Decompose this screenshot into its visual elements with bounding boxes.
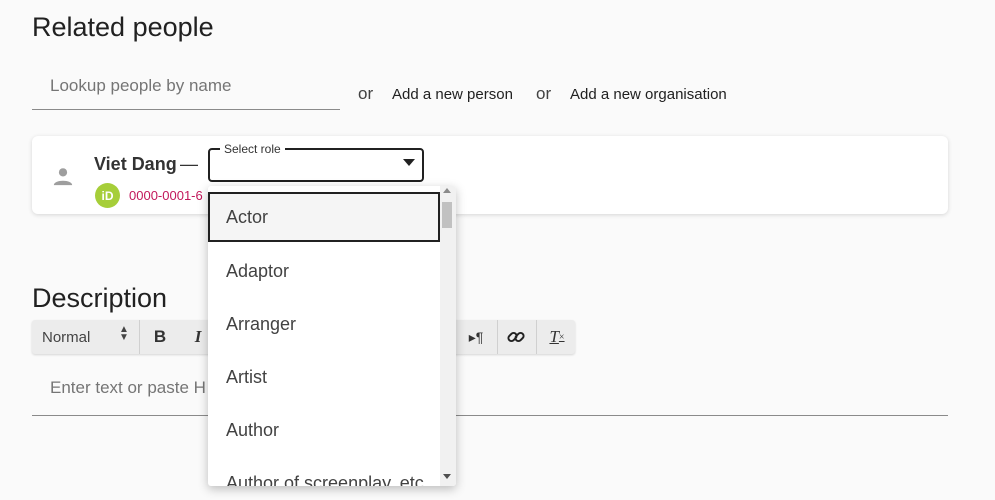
person-name: Viet Dang [94,154,177,174]
scroll-up-icon[interactable] [443,188,451,193]
role-option-artist[interactable]: Artist [208,352,440,402]
toolbar-divider [139,320,140,354]
chevron-down-icon[interactable] [403,159,415,166]
role-select-label: Select role [220,142,285,156]
role-option-author[interactable]: Author [208,405,440,455]
up-down-arrows-icon[interactable]: ▲ ▼ [119,325,129,343]
role-option-arranger[interactable]: Arranger [208,299,440,349]
role-options-dropdown: Actor Adaptor Arranger Artist Author Aut… [208,186,456,486]
bold-icon[interactable]: B [148,326,172,348]
role-option-actor[interactable]: Actor [208,192,440,242]
link-icon[interactable] [506,327,526,347]
editor-placeholder: Enter text or paste H [50,378,206,397]
format-select[interactable]: Normal [42,329,90,346]
description-title: Description [32,283,168,313]
toolbar-divider [497,320,498,354]
scrollbar-thumb[interactable] [442,202,452,228]
or-separator: or [536,84,552,103]
rtl-direction-icon[interactable]: ▸¶ [464,326,488,348]
related-people-title: Related people [32,12,214,42]
add-new-person-button[interactable]: Add a new person [392,86,513,103]
add-new-organisation-button[interactable]: Add a new organisation [570,86,727,103]
orcid-icon: iD [95,183,120,208]
toolbar-divider [536,320,537,354]
italic-icon[interactable]: I [186,326,210,348]
person-icon [53,168,73,186]
role-option-author-of-screenplay[interactable]: Author of screenplay, etc [208,458,440,487]
or-separator: or [358,84,374,103]
dropdown-scrollbar[interactable] [440,186,456,486]
role-option-adaptor[interactable]: Adaptor [208,246,440,296]
orcid-id-link[interactable]: 0000-0001-6 [129,188,207,203]
name-role-dash: — [180,154,198,174]
clear-format-icon[interactable]: T × [545,326,569,348]
scroll-down-icon[interactable] [443,474,451,479]
lookup-people-input[interactable] [32,62,340,110]
